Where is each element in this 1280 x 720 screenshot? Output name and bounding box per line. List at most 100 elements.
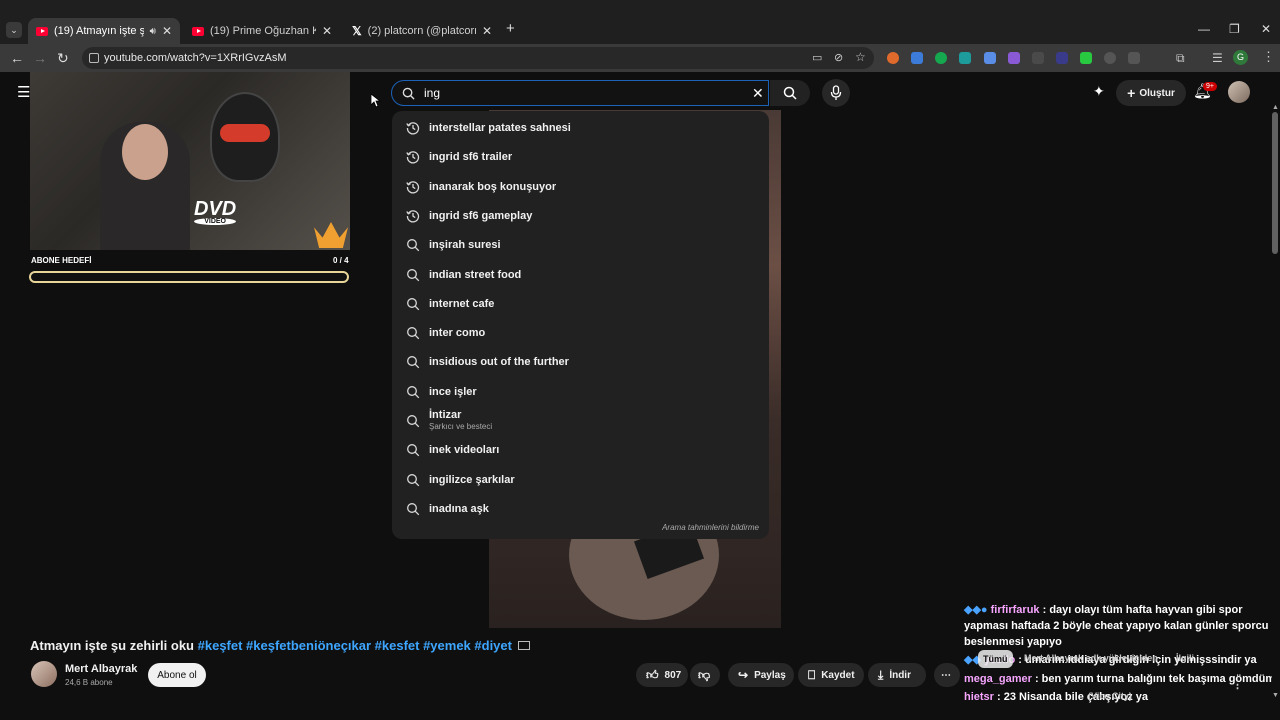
search-suggestion-item[interactable]: ingrid sf6 trailer	[392, 143, 769, 171]
chat-username: mega_gamer	[964, 673, 1032, 685]
report-predictions-link[interactable]: Arama tahminlerini bildirme	[662, 523, 759, 532]
search-suggestion-item[interactable]: inter como	[392, 319, 769, 347]
bookmark-icon: ⎕	[808, 667, 816, 682]
site-info-icon[interactable]	[89, 53, 99, 63]
search-suggestion-item[interactable]: interstellar patates sahnesi	[392, 114, 769, 142]
download-label: İndir	[889, 669, 911, 681]
search-suggestion-item[interactable]: insidious out of the further	[392, 348, 769, 376]
search-suggestion-item[interactable]: indian street food	[392, 261, 769, 289]
search-suggestion-item[interactable]: inşirah suresi	[392, 231, 769, 259]
chrome-menu-icon[interactable]: ⋮	[1262, 49, 1275, 65]
speaker-icon[interactable]: 🔊︎	[150, 26, 156, 37]
extensions-puzzle-icon[interactable]: ⧉	[1176, 51, 1185, 66]
tab-search-button[interactable]: ⌄	[6, 22, 22, 38]
scroll-down-arrow-icon[interactable]: ▼	[1272, 692, 1279, 699]
history-clock-icon	[406, 180, 420, 194]
channel-avatar[interactable]	[31, 661, 57, 687]
notification-badge: 9+	[1203, 82, 1217, 91]
search-suggestion-item[interactable]: ince işler	[392, 378, 769, 406]
crown-emblem	[314, 222, 348, 248]
eye-off-icon[interactable]: ⊘	[834, 51, 843, 64]
extension-green-icon[interactable]	[1080, 52, 1092, 64]
extension-info-icon[interactable]	[1104, 52, 1116, 64]
new-tab-button[interactable]: +	[506, 20, 515, 37]
chip-related[interactable]: İlgili	[1176, 650, 1194, 666]
reading-list-icon[interactable]: ☰	[1212, 51, 1223, 65]
search-button[interactable]	[770, 80, 810, 106]
download-button[interactable]: ⤓ İndir	[868, 663, 926, 687]
extension-windows-icon[interactable]	[984, 52, 996, 64]
create-button[interactable]: + Oluştur	[1116, 80, 1186, 106]
thumbs-up-icon: 👍︎	[646, 667, 659, 682]
mouse-cursor-icon	[371, 94, 381, 108]
microphone-icon	[830, 85, 842, 100]
forward-icon[interactable]: →	[33, 50, 47, 66]
share-button[interactable]: ↪ Paylaş	[728, 663, 794, 687]
star-icon[interactable]: ☆	[855, 50, 866, 64]
search-box[interactable]: ✕	[391, 80, 769, 106]
tab-close-icon[interactable]: ✕	[162, 24, 172, 38]
suggestion-text: İntizar	[429, 409, 462, 421]
suggestion-text: insidious out of the further	[429, 356, 569, 369]
suggestion-text: interstellar patates sahnesi	[429, 122, 571, 134]
video-hashtags[interactable]: #keşfet #keşfetbeniöneçıkar #kesfet #yem…	[198, 638, 512, 653]
video-title-text: Atmayın işte şu zehirli oku	[30, 638, 194, 653]
extension-car-icon[interactable]	[1032, 52, 1044, 64]
voice-search-button[interactable]	[822, 79, 850, 107]
reload-icon[interactable]: ↻	[57, 50, 69, 67]
sparkle-icon[interactable]: ✦	[1093, 83, 1105, 100]
cast-icon[interactable]: ▭	[812, 51, 822, 64]
search-input[interactable]	[424, 86, 724, 100]
clear-search-icon[interactable]: ✕	[752, 85, 764, 102]
save-label: Kaydet	[821, 669, 855, 681]
like-count: 807	[664, 669, 682, 681]
search-icon	[406, 297, 420, 311]
extension-teal-icon[interactable]	[959, 52, 971, 64]
browser-toolbar: ← → ↻ youtube.com/watch?v=1XRrIGvzAsM ▭ …	[0, 44, 1280, 72]
address-bar[interactable]: youtube.com/watch?v=1XRrIGvzAsM ▭ ⊘ ☆	[82, 47, 874, 69]
search-suggestion-item[interactable]: internet cafe	[392, 290, 769, 318]
chat-message-3: mega_gamer : ben yarım turna balığını te…	[964, 671, 1272, 687]
search-suggestion-item[interactable]: inadına aşk	[392, 495, 769, 523]
like-button[interactable]: 👍︎ 807	[636, 663, 688, 687]
subscriber-goal-bar	[29, 271, 349, 283]
channel-subscriber-count: 24,6 B abone	[65, 678, 113, 687]
account-avatar[interactable]	[1228, 81, 1250, 103]
extension-grammarly-icon[interactable]	[935, 52, 947, 64]
chip-from-uploader[interactable]: Mert Albayrak adlı yükleyiciden	[1024, 650, 1158, 666]
tab-atmayin[interactable]: (19) Atmayın işte şu zehirli o 🔊︎ ✕	[28, 18, 180, 44]
back-icon[interactable]: ←	[10, 50, 24, 66]
extension-purple-icon[interactable]	[1008, 52, 1020, 64]
restore-icon[interactable]: ❐	[1229, 22, 1240, 36]
search-suggestion-item[interactable]: inek videoları	[392, 436, 769, 464]
minimize-icon[interactable]: —	[1198, 22, 1210, 36]
history-clock-icon	[406, 150, 420, 164]
search-suggestion-item[interactable]: ingilizce şarkılar	[392, 466, 769, 494]
tab-close-icon[interactable]: ✕	[322, 24, 332, 38]
extension-grid-icon[interactable]	[1128, 52, 1140, 64]
extension-orange-icon[interactable]	[887, 52, 899, 64]
chip-all[interactable]: Tümü	[978, 650, 1013, 668]
tab-close-icon[interactable]: ✕	[482, 24, 492, 38]
search-icon	[406, 473, 420, 487]
extension-blue-icon[interactable]	[911, 52, 923, 64]
scroll-up-arrow-icon[interactable]: ▲	[1272, 104, 1279, 111]
dislike-button[interactable]: 👎︎	[690, 663, 720, 687]
page-scrollbar-thumb[interactable]	[1272, 112, 1278, 254]
channel-name[interactable]: Mert Albayrak	[65, 663, 137, 675]
related-more-icon[interactable]: ⋮	[1232, 677, 1243, 693]
more-actions-button[interactable]: ⋯	[934, 663, 960, 687]
extension-indigo-icon[interactable]	[1056, 52, 1068, 64]
create-label: Oluştur	[1139, 87, 1175, 99]
window-close-icon[interactable]: ✕	[1261, 22, 1271, 36]
subscribe-button[interactable]: Abone ol	[148, 663, 206, 687]
search-suggestion-item[interactable]: ingrid sf6 gameplay	[392, 202, 769, 230]
search-suggestion-item[interactable]: inanarak boş konuşuyor	[392, 173, 769, 201]
chip-next-icon[interactable]: ›	[1220, 652, 1224, 668]
save-button[interactable]: ⎕ Kaydet	[798, 663, 864, 687]
profile-avatar[interactable]: G	[1233, 50, 1248, 65]
tab-platcorn[interactable]: 𝕏 (2) platcorn (@platcornweb) / X ✕	[344, 18, 500, 44]
search-suggestion-item[interactable]: İntizar Şarkıcı ve besteci	[392, 407, 769, 435]
hamburger-menu-icon[interactable]: ☰	[17, 83, 30, 101]
tab-prime[interactable]: (19) Prime Oğuzhan Koç yüzük ✕	[184, 18, 340, 44]
